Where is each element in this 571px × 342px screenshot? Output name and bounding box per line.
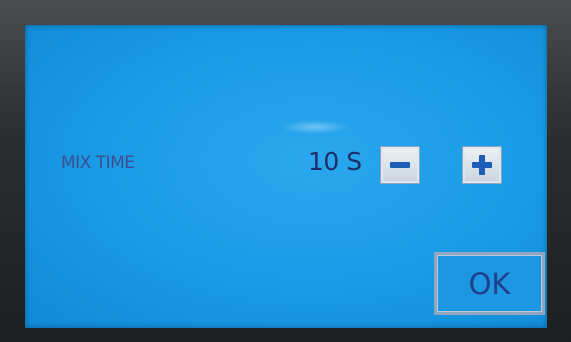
- ok-button-label: OK: [468, 266, 511, 301]
- decrease-button[interactable]: [380, 146, 420, 184]
- mix-time-label: MIX TIME: [61, 153, 135, 173]
- touch-screen: MIX TIME 10 S OK: [25, 25, 547, 328]
- plus-icon: [472, 155, 492, 175]
- mix-time-value: 10 S: [308, 147, 362, 176]
- increase-button[interactable]: [462, 146, 502, 184]
- minus-icon: [390, 162, 410, 168]
- screen-glare: [280, 120, 350, 134]
- ok-button[interactable]: OK: [434, 252, 545, 315]
